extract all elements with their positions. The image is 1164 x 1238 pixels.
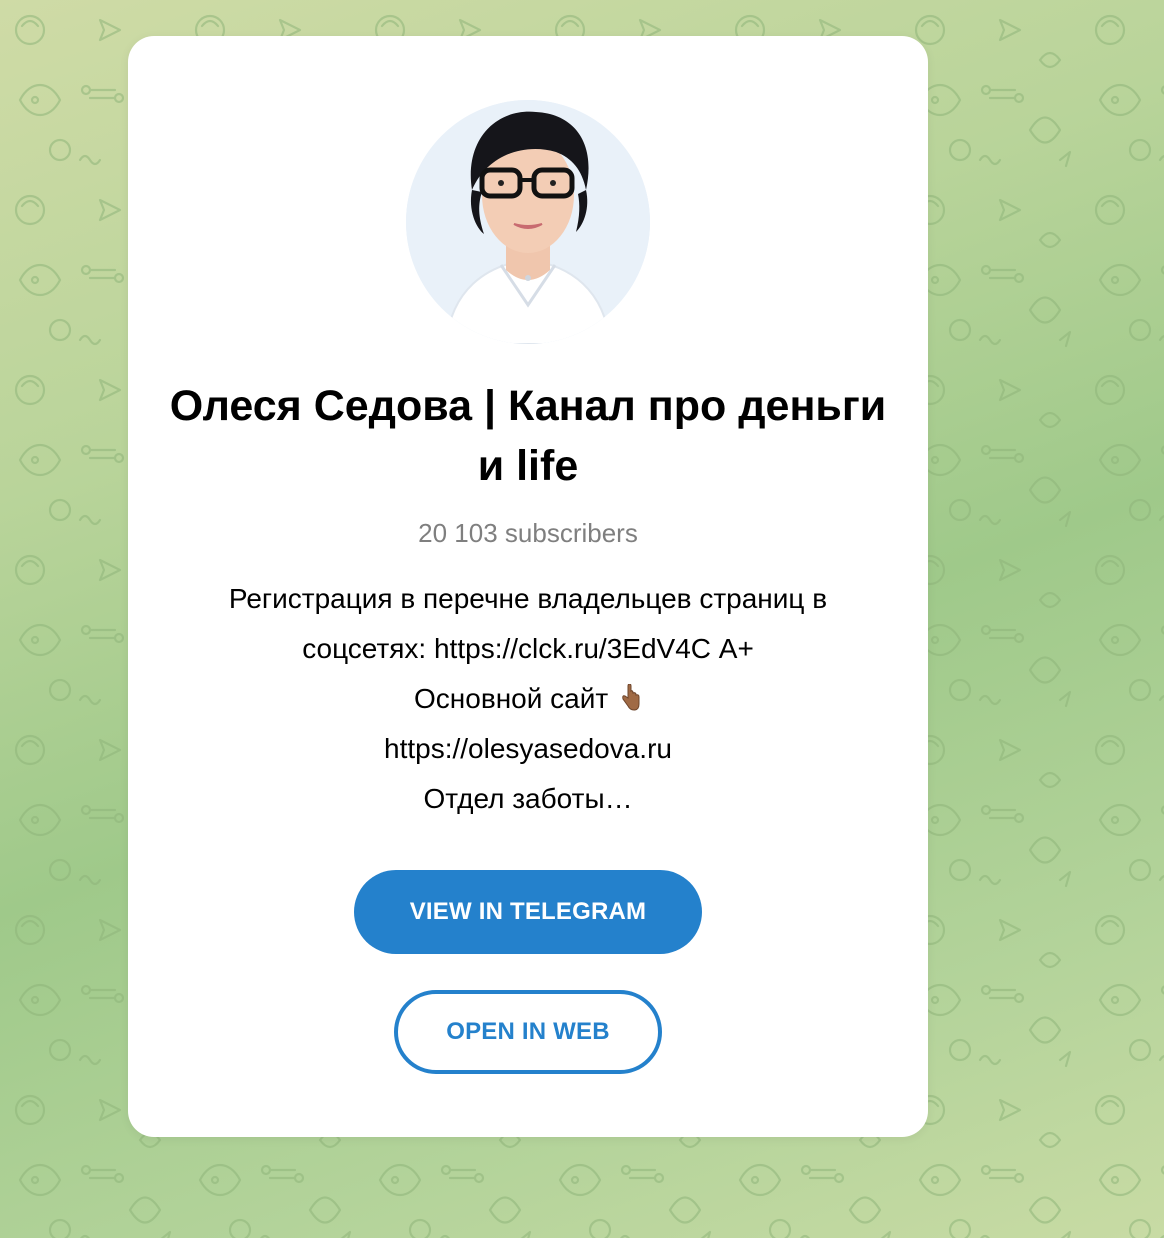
- subscriber-count: 20 103 subscribers: [418, 518, 638, 548]
- channel-avatar: [406, 100, 650, 344]
- description-line: https://olesyasedova.ru: [384, 733, 672, 764]
- description-line: Отдел заботы…: [423, 783, 633, 814]
- description-line: Регистрация в перечне владельцев страниц…: [228, 583, 828, 614]
- description-line: Основной сайт: [414, 683, 609, 714]
- channel-title: Олеся Седова | Канал про деньги и life: [169, 382, 887, 490]
- channel-card: Олеся Седова | Канал про деньги и life 2…: [128, 36, 928, 1137]
- view-in-telegram-button[interactable]: VIEW IN TELEGRAM: [354, 870, 702, 954]
- channel-description: Регистрация в перечне владельцев страниц…: [158, 574, 898, 824]
- description-line-with-emoji: Основной сайт: [158, 674, 898, 724]
- pointing-down-hand-icon: [620, 678, 642, 711]
- description-line: соцсетях: https://clck.ru/3EdV4C А+: [302, 633, 754, 664]
- open-in-web-button[interactable]: OPEN IN WEB: [394, 990, 662, 1074]
